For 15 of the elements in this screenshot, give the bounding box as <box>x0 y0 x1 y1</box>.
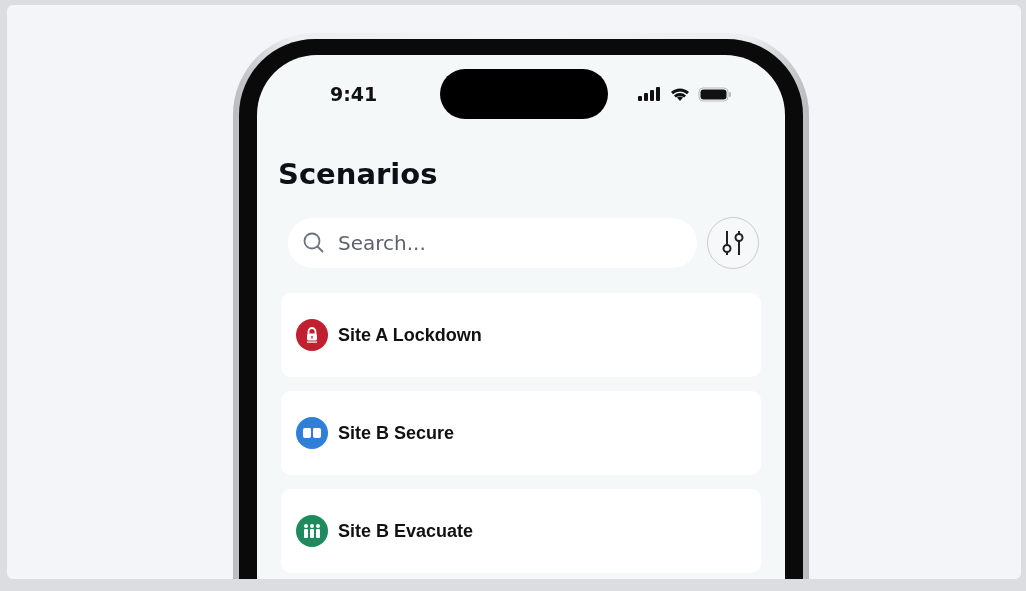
search-field[interactable]: Search... <box>288 218 697 268</box>
signal-icon <box>638 87 662 101</box>
scenario-card[interactable]: Site A Lockdown <box>281 293 761 377</box>
scenario-name: Site B Evacuate <box>338 520 474 542</box>
scenario-name: Site A Lockdown <box>338 324 482 346</box>
scenario-card[interactable]: Site B Evacuate <box>281 489 761 573</box>
scenario-name: Site B Secure <box>338 422 455 444</box>
wifi-icon <box>670 86 690 102</box>
search-icon <box>302 231 326 255</box>
page-title: Scenarios <box>278 157 439 191</box>
filter-button[interactable] <box>707 217 759 269</box>
scenario-card[interactable]: Site B Secure <box>281 391 761 475</box>
status-time: 9:41 <box>330 83 379 105</box>
sliders-icon <box>721 228 745 258</box>
battery-icon <box>698 86 732 102</box>
